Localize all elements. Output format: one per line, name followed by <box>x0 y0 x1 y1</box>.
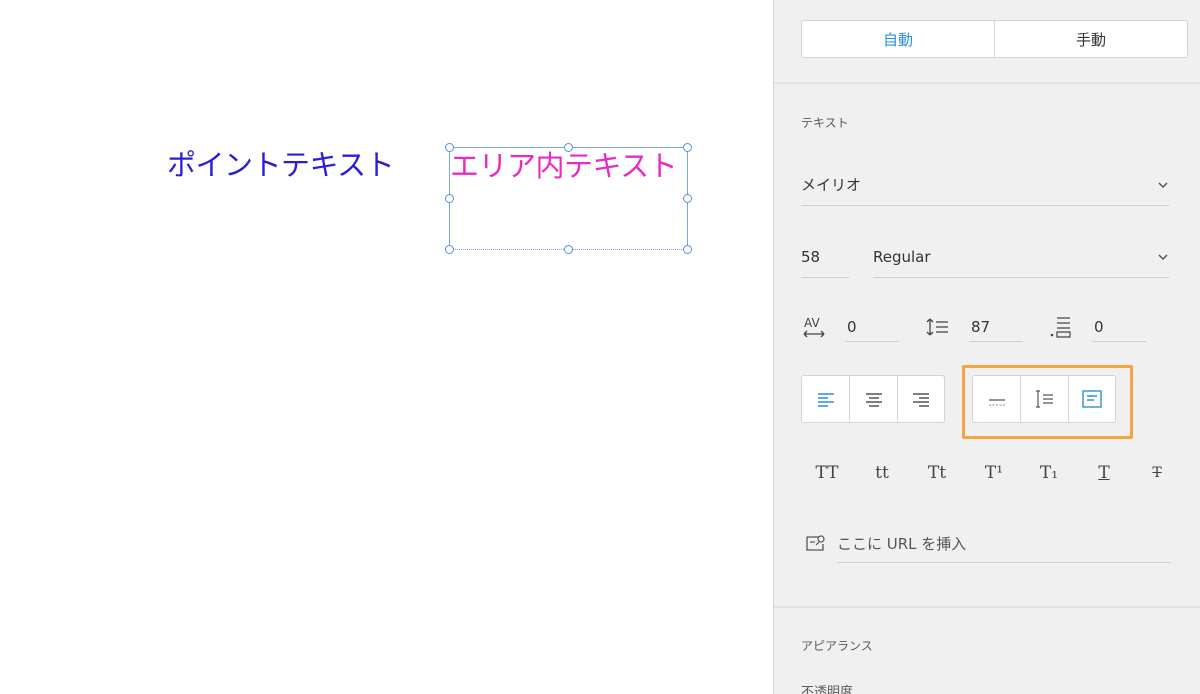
title-case-button[interactable]: Tt <box>917 458 957 488</box>
align-left-icon <box>817 393 834 407</box>
appearance-section-title: アピアランス <box>801 639 873 653</box>
artboard-canvas[interactable]: ポイントテキスト エリア内テキスト <box>0 0 773 694</box>
paragraph-spacing-input[interactable]: 0 <box>1092 312 1146 342</box>
align-right-icon <box>912 393 929 407</box>
resize-handle-middle-right[interactable] <box>683 194 692 203</box>
font-weight-dropdown[interactable]: Regular <box>873 236 1169 278</box>
area-text-object[interactable]: エリア内テキスト <box>449 147 688 250</box>
url-input[interactable]: ここに URL を挿入 <box>837 525 1171 563</box>
text-style-row: TT tt Tt T¹ T₁ T T <box>801 458 1200 488</box>
property-inspector: 自動 手動 テキスト メイリオ 58 Regular AV 0 87 0 TT … <box>773 0 1200 694</box>
highlight-callout <box>962 365 1133 439</box>
subscript-button[interactable]: T₁ <box>1029 458 1069 488</box>
font-size-input[interactable]: 58 <box>801 236 849 278</box>
resize-handle-top-center[interactable] <box>564 143 573 152</box>
lowercase-button[interactable]: tt <box>862 458 902 488</box>
align-left-button[interactable] <box>802 376 849 422</box>
font-size-value: 58 <box>801 247 821 266</box>
sizing-toggle: 自動 手動 <box>801 20 1188 58</box>
link-icon <box>806 535 825 551</box>
align-center-icon <box>865 393 882 407</box>
manual-sizing-tab[interactable]: 手動 <box>994 21 1187 57</box>
resize-handle-bottom-center[interactable] <box>564 245 573 254</box>
resize-handle-top-left[interactable] <box>445 143 454 152</box>
align-right-button[interactable] <box>896 376 944 422</box>
resize-handle-bottom-left[interactable] <box>445 245 454 254</box>
area-text-content[interactable]: エリア内テキスト <box>450 148 678 184</box>
section-divider <box>774 606 1200 608</box>
line-spacing-icon <box>924 314 952 340</box>
strikethrough-button[interactable]: T <box>1137 458 1177 488</box>
font-family-dropdown[interactable]: メイリオ <box>801 164 1169 206</box>
character-spacing-input[interactable]: 0 <box>845 312 899 342</box>
section-divider <box>774 82 1200 84</box>
align-center-button[interactable] <box>849 376 896 422</box>
font-family-value: メイリオ <box>801 176 862 194</box>
character-spacing-icon: AV <box>801 314 829 340</box>
all-caps-button[interactable]: TT <box>807 458 847 488</box>
auto-sizing-tab[interactable]: 自動 <box>802 21 994 57</box>
resize-handle-top-right[interactable] <box>683 143 692 152</box>
opacity-label: 不透明度 <box>801 685 854 694</box>
line-spacing-input[interactable]: 87 <box>969 312 1023 342</box>
text-align-group <box>801 375 945 423</box>
underline-button[interactable]: T <box>1084 458 1124 488</box>
svg-text:AV: AV <box>804 316 820 330</box>
superscript-button[interactable]: T¹ <box>974 458 1014 488</box>
resize-handle-middle-left[interactable] <box>445 194 454 203</box>
point-text-object[interactable]: ポイントテキスト <box>167 146 395 184</box>
hyperlink-row: ここに URL を挿入 <box>801 525 1171 563</box>
font-weight-value: Regular <box>873 247 931 266</box>
chevron-down-icon <box>1158 181 1168 188</box>
paragraph-spacing-icon <box>1046 314 1074 340</box>
text-section-title: テキスト <box>801 116 849 130</box>
chevron-down-icon <box>1158 253 1168 260</box>
resize-handle-bottom-right[interactable] <box>683 245 692 254</box>
